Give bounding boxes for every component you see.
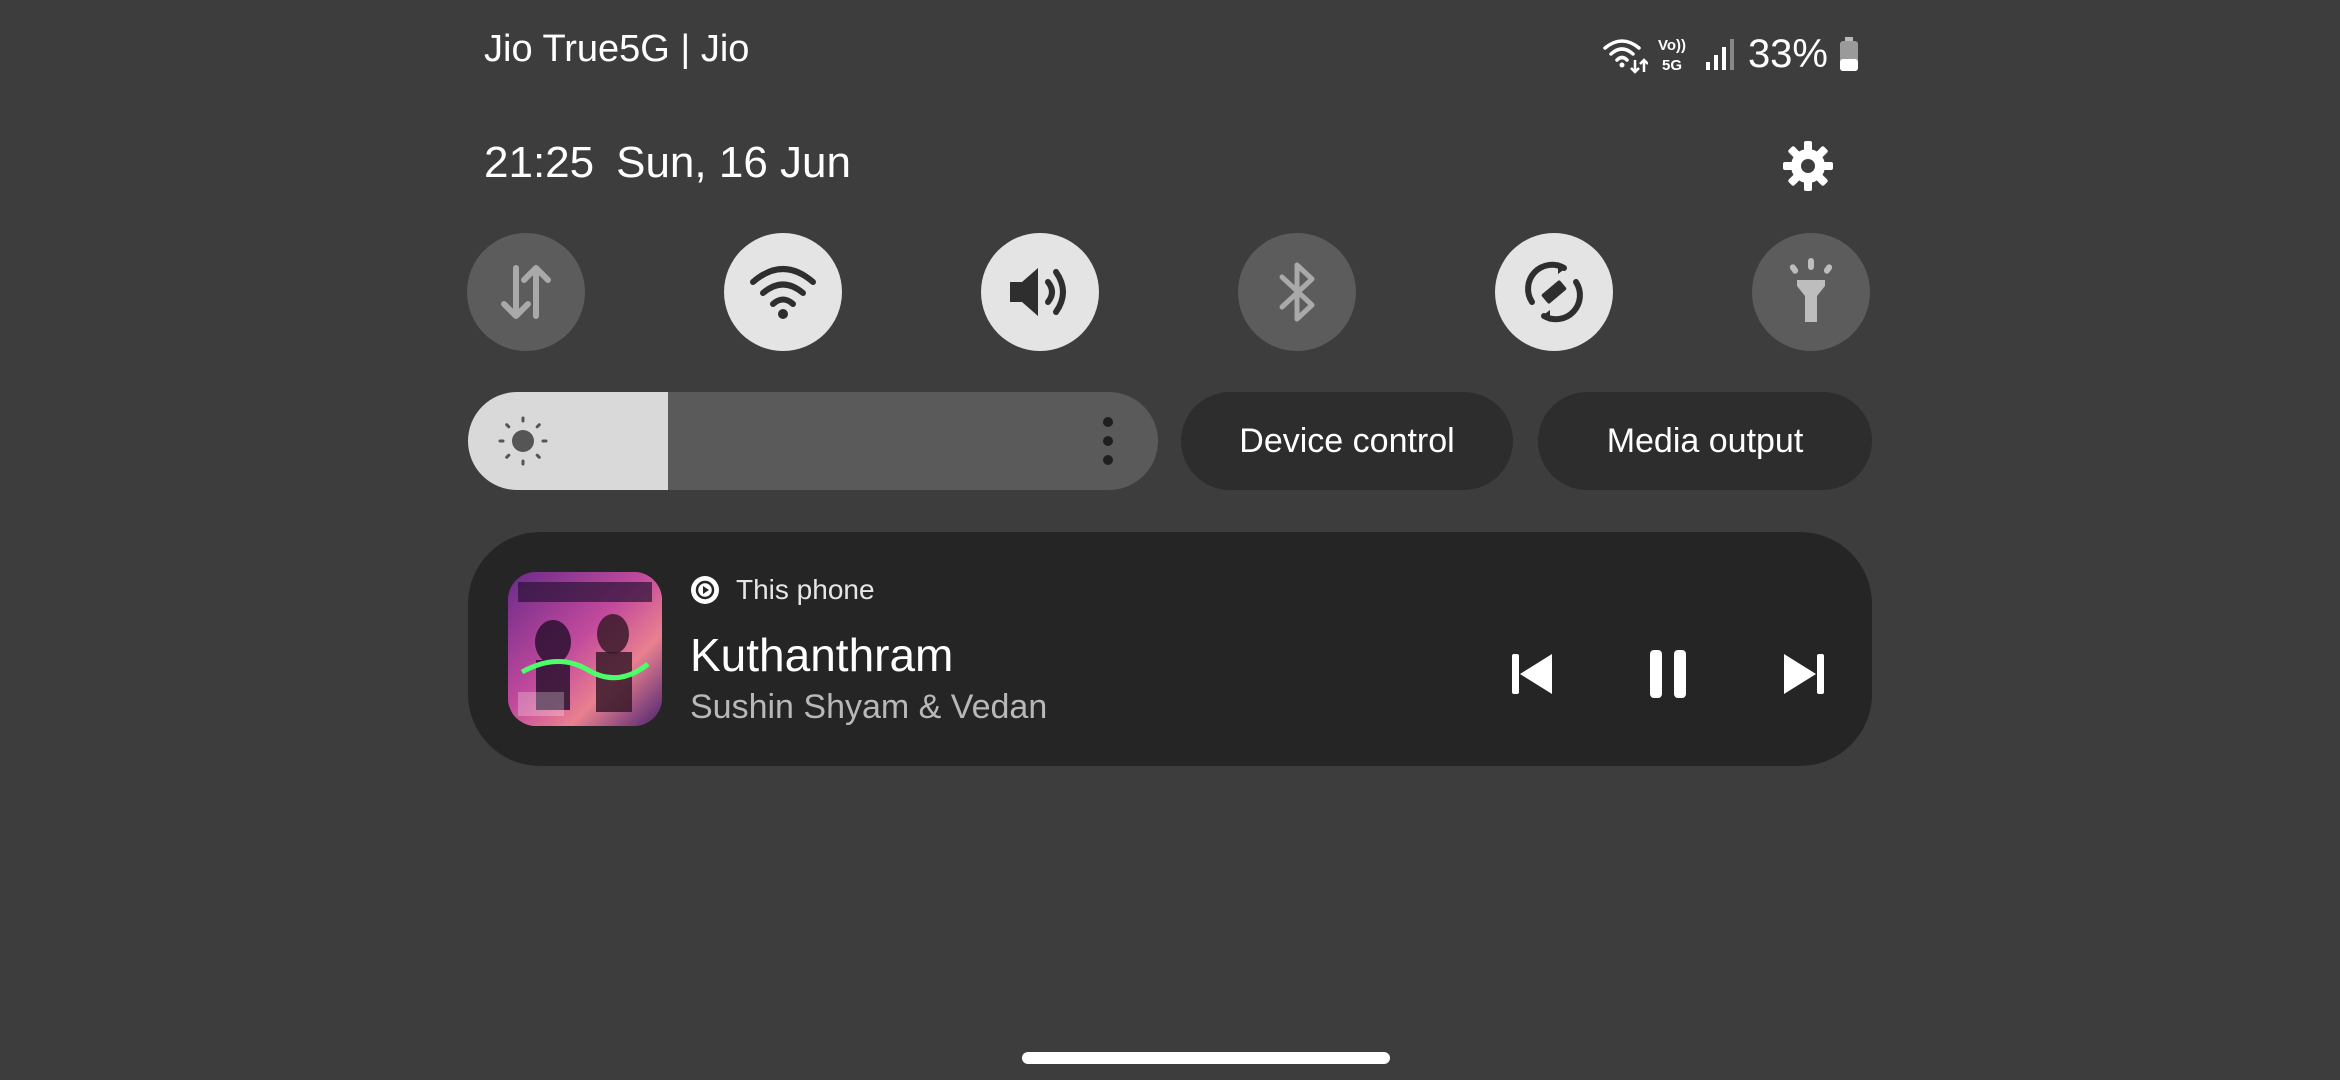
status-icons: Vo)) 5G 33%: [1602, 26, 1860, 82]
media-source[interactable]: This phone: [690, 574, 875, 606]
volte-5g-icon: Vo)) 5G: [1658, 34, 1694, 74]
home-indicator[interactable]: [1022, 1052, 1390, 1064]
battery-icon: [1838, 36, 1860, 72]
toggle-mobile-data[interactable]: [467, 233, 585, 351]
next-icon: [1784, 654, 1824, 694]
svg-text:Vo)): Vo)): [1658, 37, 1686, 54]
play-circle-icon: [691, 576, 719, 604]
pause-button[interactable]: [1638, 644, 1698, 704]
device-control-button[interactable]: Device control: [1181, 392, 1513, 490]
toggle-sound[interactable]: [981, 233, 1099, 351]
previous-icon: [1512, 654, 1552, 694]
media-player-card[interactable]: This phone Kuthanthram Sushin Shyam & Ve…: [468, 532, 1872, 766]
pause-icon: [1650, 650, 1686, 698]
wifi-icon: [750, 266, 816, 319]
flashlight-icon: [1789, 258, 1833, 322]
previous-button[interactable]: [1502, 644, 1562, 704]
settings-button[interactable]: [1780, 138, 1836, 194]
rotate-icon: [1525, 261, 1583, 323]
toggle-bluetooth[interactable]: [1238, 233, 1356, 351]
toggle-flashlight[interactable]: [1752, 233, 1870, 351]
wifi-data-icon: [1602, 34, 1648, 74]
toggle-wifi[interactable]: [724, 233, 842, 351]
volume-icon: [1010, 268, 1066, 316]
carrier-label: Jio True5G | Jio: [484, 28, 750, 70]
signal-icon: [1704, 36, 1738, 72]
clock-date[interactable]: Sun, 16 Jun: [616, 138, 851, 188]
gear-icon: [1783, 141, 1833, 191]
quick-panel: Jio True5G | Jio Vo)) 5G 33% 21:25 Sun, …: [0, 0, 2340, 1080]
toggle-auto-rotate[interactable]: [1495, 233, 1613, 351]
up-down-arrows-icon: [501, 265, 551, 319]
battery-percentage: 33%: [1747, 31, 1828, 76]
song-artist: Sushin Shyam & Vedan: [690, 688, 1048, 726]
more-options-icon[interactable]: [1098, 414, 1118, 468]
song-title: Kuthanthram: [690, 629, 954, 681]
svg-text:5G: 5G: [1662, 57, 1682, 74]
next-button[interactable]: [1774, 644, 1834, 704]
clock-time[interactable]: 21:25: [484, 138, 594, 188]
brightness-slider[interactable]: [468, 392, 1158, 490]
media-source-label: This phone: [736, 574, 875, 605]
album-art[interactable]: [508, 572, 662, 726]
sun-icon: [498, 416, 548, 466]
media-output-button[interactable]: Media output: [1538, 392, 1872, 490]
clock-row: 21:25 Sun, 16 Jun: [484, 138, 851, 188]
bluetooth-icon: [1279, 262, 1315, 322]
